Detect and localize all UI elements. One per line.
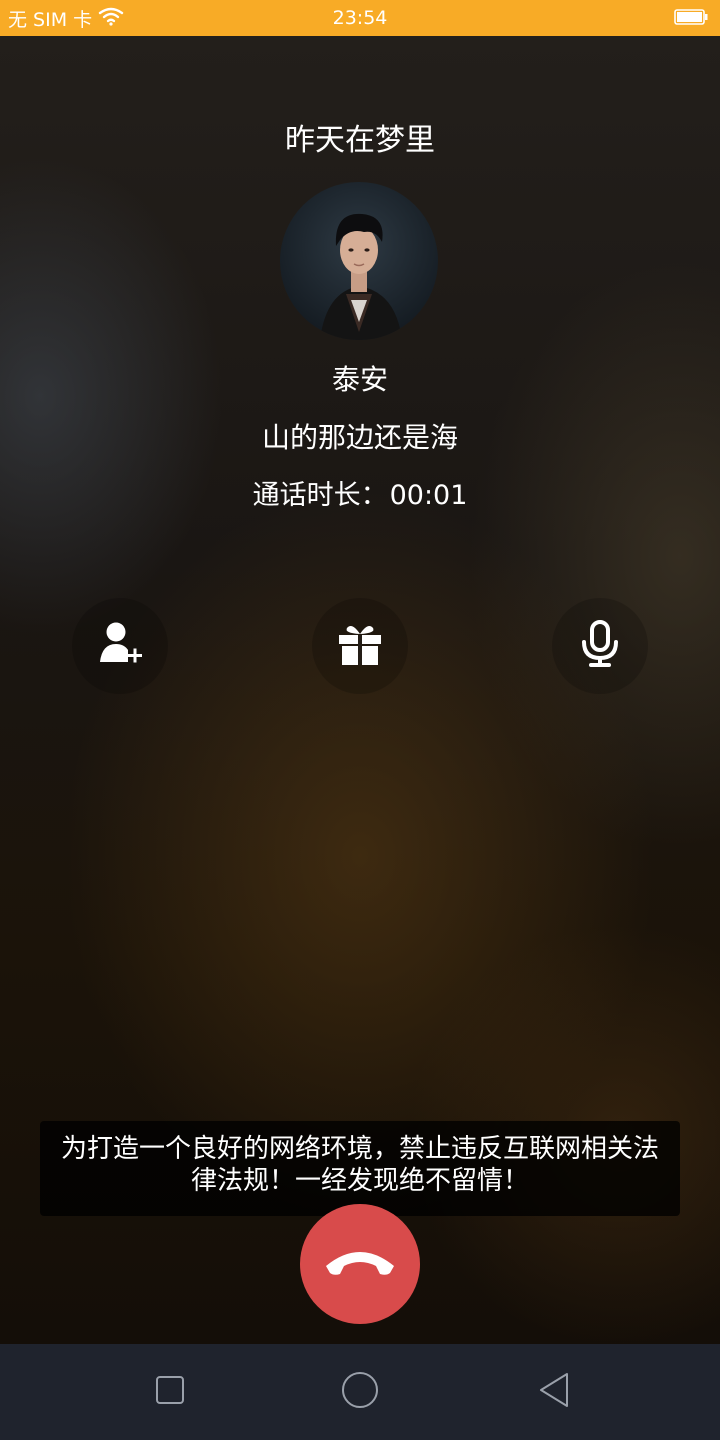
add-user-icon — [96, 620, 144, 672]
battery-icon — [674, 9, 708, 25]
circle-home-icon — [340, 1370, 380, 1414]
phone-hangup-icon — [322, 1242, 398, 1286]
navigation-bar — [0, 1344, 720, 1440]
status-bar: 无 SIM 卡 23:54 — [0, 0, 720, 36]
gift-button[interactable] — [312, 598, 408, 694]
caller-subtitle: 山的那边还是海 — [261, 421, 458, 454]
microphone-button[interactable] — [552, 598, 648, 694]
caller-name: 泰安 — [331, 363, 388, 396]
duration-label: 通话时长： — [252, 480, 388, 511]
back-button[interactable] — [530, 1368, 578, 1416]
home-button[interactable] — [336, 1368, 384, 1416]
square-recent-icon — [154, 1374, 186, 1410]
hangup-button[interactable] — [300, 1204, 420, 1324]
call-duration: 通话时长：00:01 — [0, 476, 720, 516]
add-contact-button[interactable] — [72, 598, 168, 694]
warning-notice: 为打造一个良好的网络环境，禁止违反互联网相关法律法规！一经发现绝不留情！ — [40, 1121, 680, 1216]
recent-apps-button[interactable] — [146, 1368, 194, 1416]
microphone-icon — [576, 620, 624, 672]
duration-value: 00:01 — [389, 480, 468, 511]
avatar — [280, 182, 438, 340]
song-title: 昨天在梦里 — [285, 123, 435, 158]
status-time: 23:54 — [332, 7, 388, 29]
triangle-back-icon — [537, 1371, 571, 1413]
gift-icon — [336, 620, 384, 672]
